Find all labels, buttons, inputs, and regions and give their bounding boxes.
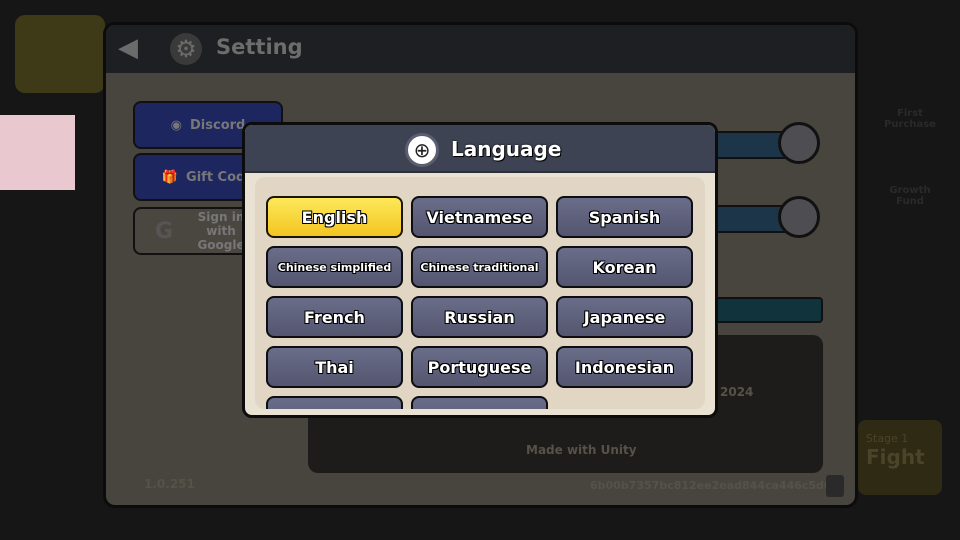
back-arrow-icon[interactable]: ◀: [118, 35, 154, 61]
language-option-japanese[interactable]: Japanese: [556, 296, 693, 338]
fight-label: Fight: [866, 445, 925, 469]
language-header: ⊕ Language: [245, 125, 715, 173]
setting-title: Setting: [216, 35, 303, 59]
year-text: 2024: [720, 385, 754, 399]
gear-icon: ⚙: [170, 33, 202, 65]
language-option-chinese-traditional[interactable]: Chinese traditional: [411, 246, 548, 288]
globe-icon: ⊕: [405, 133, 439, 167]
stage-label: Stage 1: [866, 432, 909, 445]
language-title: Language: [451, 137, 562, 161]
version-text: 1.0.251: [144, 477, 195, 491]
language-option-spanish[interactable]: Spanish: [556, 196, 693, 238]
music-slider-knob[interactable]: [778, 122, 820, 164]
top-left-frame: [15, 15, 105, 93]
language-option-vietnamese[interactable]: Vietnamese: [411, 196, 548, 238]
device-id: 6b00b7357bc812ee2ead844ca446c5d6: [590, 479, 832, 492]
growth-fund-label[interactable]: Growth Fund: [880, 185, 940, 207]
language-option-korean[interactable]: Korean: [556, 246, 693, 288]
language-option-thai[interactable]: Thai: [266, 346, 403, 388]
language-option-chinese-simplified[interactable]: Chinese simplified: [266, 246, 403, 288]
avatar[interactable]: [0, 115, 75, 190]
copy-icon[interactable]: [826, 475, 844, 497]
language-dialog: ⊕ Language English Vietnamese Spanish Chine…: [242, 122, 718, 418]
language-option-partial[interactable]: [266, 396, 403, 409]
sound-slider-knob[interactable]: [778, 196, 820, 238]
teal-bar[interactable]: [706, 297, 823, 323]
made-with-unity: Made with Unity: [526, 443, 637, 457]
language-option-portuguese[interactable]: Portuguese: [411, 346, 548, 388]
language-list[interactable]: English Vietnamese Spanish Chinese simplifi…: [255, 177, 705, 409]
first-purchase-label[interactable]: First Purchase: [880, 108, 940, 130]
language-option-partial[interactable]: [411, 396, 548, 409]
discord-icon: ◉: [170, 117, 182, 133]
language-option-english[interactable]: English: [266, 196, 403, 238]
language-option-indonesian[interactable]: Indonesian: [556, 346, 693, 388]
google-icon: G: [154, 218, 174, 244]
setting-header: ◀ ⚙ Setting: [106, 25, 855, 73]
language-option-russian[interactable]: Russian: [411, 296, 548, 338]
gift-icon: 🎁: [161, 169, 179, 185]
language-option-french[interactable]: French: [266, 296, 403, 338]
fight-button[interactable]: Stage 1 Fight: [858, 420, 942, 495]
